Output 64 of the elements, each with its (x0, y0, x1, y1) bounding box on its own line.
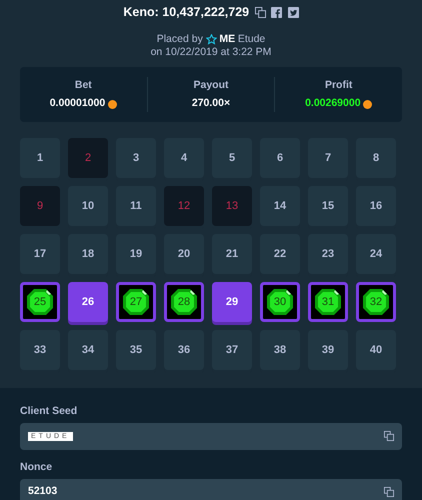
bet-title: Keno: 10,437,222,729 (123, 4, 250, 21)
copy-icon[interactable] (384, 487, 394, 497)
keno-tile[interactable]: 34 (68, 330, 108, 370)
stat-value: 0.00269000 (305, 96, 361, 112)
keno-tile[interactable]: 27 (116, 282, 156, 322)
gem-icon (25, 287, 55, 317)
keno-tile[interactable]: 23 (308, 234, 348, 274)
bet-date: on 10/22/2019 at 3:22 PM (150, 46, 272, 58)
gem-icon (169, 287, 199, 317)
keno-tile[interactable]: 11 (116, 186, 156, 226)
copy-icon[interactable] (384, 431, 394, 442)
stat-value: 270.00× (192, 96, 230, 112)
stat-label: Bet (74, 78, 92, 91)
gem-icon (313, 287, 343, 317)
keno-tile[interactable]: 22 (260, 234, 300, 274)
keno-tile[interactable]: 6 (260, 138, 300, 178)
copy-icon[interactable] (254, 6, 266, 18)
keno-tile[interactable]: 21 (212, 234, 252, 274)
keno-tile[interactable]: 29 (212, 282, 252, 322)
keno-tile[interactable]: 37 (212, 330, 252, 370)
keno-tile[interactable]: 39 (308, 330, 348, 370)
keno-tile[interactable]: 35 (116, 330, 156, 370)
coin-icon (108, 100, 117, 109)
keno-tile[interactable]: 18 (68, 234, 108, 274)
gem-icon (121, 287, 151, 317)
keno-tile[interactable]: 7 (308, 138, 348, 178)
keno-tile[interactable]: 33 (20, 330, 60, 370)
user-rank-label: ME (219, 32, 236, 46)
keno-tile[interactable]: 25 (20, 282, 60, 322)
keno-tile[interactable]: 16 (356, 186, 396, 226)
stat-label: Profit (324, 78, 352, 91)
stat-label: Payout (194, 78, 229, 91)
keno-tile[interactable]: 30 (260, 282, 300, 322)
field-label: Nonce (20, 460, 52, 473)
stat-value: 0.00001000 (50, 96, 106, 112)
keno-tile[interactable]: 4 (164, 138, 204, 178)
username-link[interactable]: Etude (238, 32, 266, 46)
twitter-icon[interactable] (288, 6, 299, 18)
keno-tile[interactable]: 26 (68, 282, 108, 322)
readonly-field[interactable]: 52103 (20, 478, 402, 500)
field-label: Client Seed (20, 405, 78, 417)
keno-tile[interactable]: 15 (308, 186, 348, 226)
keno-tile[interactable]: 20 (164, 234, 204, 274)
keno-tile[interactable]: 19 (116, 234, 156, 274)
coin-icon (363, 100, 372, 109)
keno-tile[interactable]: 24 (356, 234, 396, 274)
facebook-icon[interactable] (271, 6, 282, 18)
gem-icon (361, 287, 391, 317)
star-icon (206, 34, 217, 45)
gem-icon (265, 287, 295, 317)
keno-tile[interactable]: 28 (164, 282, 204, 322)
keno-tile[interactable]: 32 (356, 282, 396, 322)
keno-tile[interactable]: 1 (20, 138, 60, 178)
keno-tile[interactable]: 17 (20, 234, 60, 274)
placed-by-label: Placed by (156, 32, 203, 46)
keno-tile[interactable]: 14 (260, 186, 300, 226)
keno-tile[interactable]: 38 (260, 330, 300, 370)
keno-tile[interactable]: 3 (116, 138, 156, 178)
keno-tile[interactable]: 5 (212, 138, 252, 178)
keno-tile[interactable]: 36 (164, 330, 204, 370)
keno-tile[interactable]: 40 (356, 330, 396, 370)
keno-tile[interactable]: 8 (356, 138, 396, 178)
keno-tile[interactable]: 31 (308, 282, 348, 322)
keno-tile[interactable]: 10 (68, 186, 108, 226)
